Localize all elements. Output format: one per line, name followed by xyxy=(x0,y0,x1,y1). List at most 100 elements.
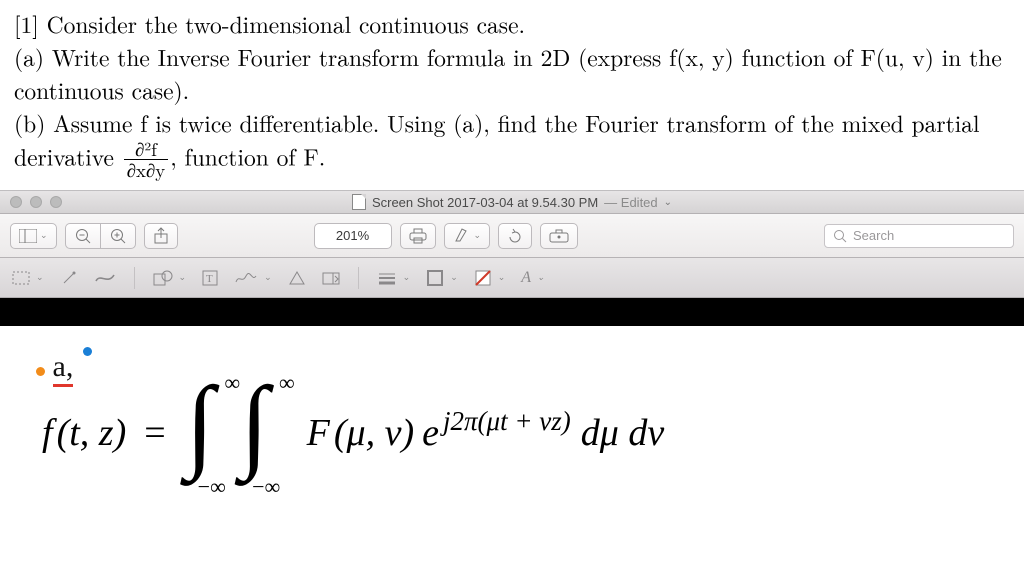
annotation-text: a, xyxy=(53,350,74,387)
zoom-in-icon xyxy=(109,227,127,245)
text-style-tool[interactable]: A ⌄ xyxy=(521,269,544,287)
zoom-in-button[interactable] xyxy=(100,223,136,249)
zoom-value: 201% xyxy=(336,228,369,243)
mixed-partial-fraction: ∂²f ∂x∂y xyxy=(124,140,168,181)
zoom-window-icon[interactable] xyxy=(50,196,62,208)
title-dropdown-icon[interactable]: ⌄ xyxy=(664,197,672,208)
view-mode-button[interactable]: ⌄ xyxy=(10,223,57,249)
annotation-marker[interactable]: a, xyxy=(36,350,92,384)
inner-integral: ∫ ∞ −∞ xyxy=(240,398,269,468)
zoom-out-button[interactable] xyxy=(65,223,100,249)
outer-integral: ∫ ∞ −∞ xyxy=(186,398,215,468)
problem-heading: [1] Consider the two-dimensional continu… xyxy=(14,8,1010,41)
chevron-down-icon: ⌄ xyxy=(36,272,44,283)
text-tool[interactable]: T xyxy=(202,270,218,286)
window-title-wrap: Screen Shot 2017-03-04 at 9.54.30 PM — E… xyxy=(0,194,1024,210)
inner-upper-bound: ∞ xyxy=(279,370,295,396)
instant-alpha-tool[interactable] xyxy=(60,269,78,287)
share-icon xyxy=(153,227,169,245)
traffic-lights xyxy=(0,196,62,208)
search-icon xyxy=(833,229,847,243)
rotate-icon xyxy=(507,228,523,244)
eq-diff: dμ dν xyxy=(581,411,664,455)
highlight-icon xyxy=(453,228,471,244)
eq-F-args: (μ, ν) xyxy=(334,411,414,455)
rotate-button[interactable] xyxy=(498,223,532,249)
eq-lhs-args: (t, z) xyxy=(57,411,127,455)
zoom-buttons-group xyxy=(65,223,136,249)
pencil-icon xyxy=(94,271,116,285)
signature-icon xyxy=(234,270,258,286)
eq-equals: = xyxy=(144,411,165,455)
shapes-tool[interactable]: ⌄ xyxy=(153,270,187,286)
border-color-tool[interactable]: ⌄ xyxy=(426,269,458,287)
window-title: Screen Shot 2017-03-04 at 9.54.30 PM xyxy=(372,195,598,210)
outer-lower-bound: −∞ xyxy=(198,474,226,500)
border-color-icon xyxy=(426,269,444,287)
line-weight-icon xyxy=(377,271,397,285)
chevron-down-icon: ⌄ xyxy=(403,272,411,283)
canvas-background-strip xyxy=(0,298,1024,326)
svg-text:T: T xyxy=(206,273,213,285)
separator xyxy=(358,267,359,289)
inner-lower-bound: −∞ xyxy=(252,474,280,500)
print-button[interactable] xyxy=(400,223,436,249)
chevron-down-icon: ⌄ xyxy=(498,272,506,283)
magic-wand-icon xyxy=(60,269,78,287)
integral-sign-icon: ∫ xyxy=(240,366,269,481)
selection-tool[interactable]: ⌄ xyxy=(12,271,44,285)
window-titlebar: Screen Shot 2017-03-04 at 9.54.30 PM — E… xyxy=(0,190,1024,214)
document-canvas[interactable]: a, f (t, z) = ∫ ∞ −∞ ∫ ∞ −∞ F (μ, ν) e j… xyxy=(0,326,1024,478)
edit-toolbar-button[interactable] xyxy=(540,223,578,249)
text-icon: T xyxy=(202,270,218,286)
print-icon xyxy=(409,228,427,244)
chevron-down-icon: ⌄ xyxy=(40,230,48,241)
eq-f: f xyxy=(42,411,53,455)
adjust-color-tool[interactable] xyxy=(288,270,306,286)
document-icon xyxy=(352,194,366,210)
primary-toolbar: ⌄ 201% ⌄ Search xyxy=(0,214,1024,258)
close-icon[interactable] xyxy=(10,196,22,208)
window-edited-label: — Edited xyxy=(604,195,657,210)
text-style-label: A xyxy=(521,269,531,287)
sign-tool[interactable]: ⌄ xyxy=(234,270,272,286)
fill-color-tool[interactable]: ⌄ xyxy=(474,269,506,287)
part-b-tail: , function of F. xyxy=(170,139,325,172)
resize-icon xyxy=(322,270,340,286)
minimize-icon[interactable] xyxy=(30,196,42,208)
sketch-tool[interactable] xyxy=(94,271,116,285)
fraction-denominator: ∂x∂y xyxy=(124,160,168,180)
line-weight-tool[interactable]: ⌄ xyxy=(377,271,411,285)
chevron-down-icon: ⌄ xyxy=(264,272,272,283)
markup-button[interactable]: ⌄ xyxy=(444,223,491,249)
eq-F: F xyxy=(307,411,330,455)
zoom-out-icon xyxy=(74,227,92,245)
eq-exponent: j2π(μt + νz) xyxy=(443,406,571,437)
separator xyxy=(134,267,135,289)
search-input[interactable]: Search xyxy=(824,224,1014,248)
selection-handle-right[interactable] xyxy=(83,347,92,356)
adjust-icon xyxy=(288,270,306,286)
view-mode-icon xyxy=(19,229,37,243)
chevron-down-icon: ⌄ xyxy=(537,272,545,283)
selection-icon xyxy=(12,271,30,285)
problem-text: [1] Consider the two-dimensional continu… xyxy=(0,0,1024,190)
selection-handle-left[interactable] xyxy=(36,367,45,376)
outer-upper-bound: ∞ xyxy=(224,370,240,396)
fill-color-icon xyxy=(474,269,492,287)
chevron-down-icon: ⌄ xyxy=(450,272,458,283)
problem-part-a: (a) Write the Inverse Fourier transform … xyxy=(14,41,1010,107)
search-placeholder: Search xyxy=(853,228,894,243)
equation-display: f (t, z) = ∫ ∞ −∞ ∫ ∞ −∞ F (μ, ν) e j2π(… xyxy=(36,398,1004,468)
share-button[interactable] xyxy=(144,223,178,249)
eq-e: e xyxy=(422,411,439,455)
chevron-down-icon: ⌄ xyxy=(179,272,187,283)
shapes-icon xyxy=(153,270,173,286)
markup-toolbar: ⌄ ⌄ T ⌄ ⌄ ⌄ ⌄ A ⌄ xyxy=(0,258,1024,298)
chevron-down-icon: ⌄ xyxy=(474,230,482,241)
problem-part-b: (b) Assume f is twice differentiable. Us… xyxy=(14,107,1010,180)
integral-sign-icon: ∫ xyxy=(186,366,215,481)
zoom-level-display[interactable]: 201% xyxy=(314,223,392,249)
toolbox-icon xyxy=(549,229,569,243)
adjust-size-tool[interactable] xyxy=(322,270,340,286)
